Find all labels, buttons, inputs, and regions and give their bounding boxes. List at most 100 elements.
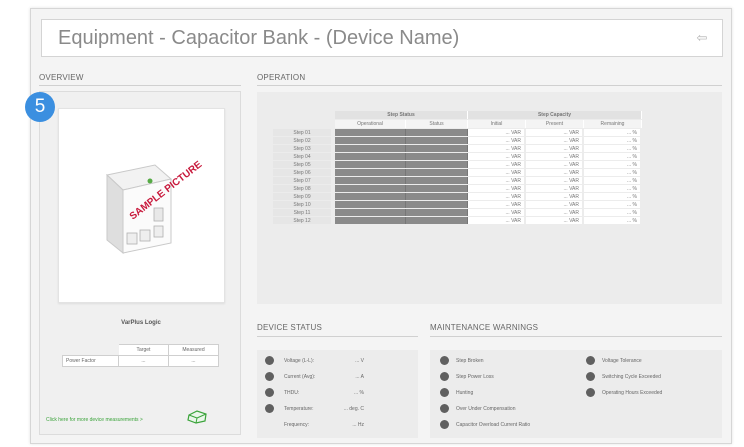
pf-measured-value: ...	[168, 355, 219, 367]
warning-indicator-icon	[440, 388, 449, 397]
pf-corner	[62, 344, 119, 356]
col-initial: Initial	[468, 120, 526, 128]
step-label: Step 03	[273, 145, 335, 152]
present-capacity: ... VAR	[526, 177, 584, 184]
present-capacity: ... VAR	[526, 161, 584, 168]
step-row: Step 11... VAR... VAR... %	[273, 209, 642, 216]
present-capacity: ... VAR	[526, 129, 584, 136]
operational-status-cell	[335, 201, 406, 208]
operational-status-cell	[335, 161, 406, 168]
step-capacity-header: Step Capacity	[468, 111, 642, 119]
step-row: Step 01... VAR... VAR... %	[273, 129, 642, 136]
initial-capacity: ... VAR	[468, 185, 526, 192]
warning-indicator-icon	[440, 420, 449, 429]
status-indicator-icon	[265, 356, 274, 365]
initial-capacity: ... VAR	[468, 169, 526, 176]
overview-divider	[39, 85, 241, 86]
warning-item: Switching Cycle Exceeded	[586, 372, 661, 381]
remaining-capacity: ... %	[584, 161, 642, 168]
present-capacity: ... VAR	[526, 217, 584, 224]
present-capacity: ... VAR	[526, 209, 584, 216]
status-cell	[406, 209, 468, 216]
warning-indicator-icon	[440, 356, 449, 365]
initial-capacity: ... VAR	[468, 129, 526, 136]
status-value: ... deg. C	[343, 405, 364, 412]
step-label: Step 04	[273, 153, 335, 160]
present-capacity: ... VAR	[526, 193, 584, 200]
operational-status-cell	[335, 137, 406, 144]
status-cell	[406, 193, 468, 200]
device-status-panel: Voltage (L-L):... V Current (Avg):... A …	[257, 350, 418, 438]
status-cell	[406, 137, 468, 144]
present-capacity: ... VAR	[526, 137, 584, 144]
warning-item: Voltage Tolerance	[586, 356, 642, 365]
step-table-body: Step 01... VAR... VAR... % Step 02... VAR…	[273, 129, 642, 224]
remaining-capacity: ... %	[584, 193, 642, 200]
col-status: Status	[406, 120, 468, 128]
present-capacity: ... VAR	[526, 201, 584, 208]
operational-status-cell	[335, 129, 406, 136]
step-row: Step 12... VAR... VAR... %	[273, 217, 642, 224]
remaining-capacity: ... %	[584, 185, 642, 192]
status-value: ... %	[353, 389, 364, 396]
device-status-title: DEVICE STATUS	[257, 323, 322, 332]
step-row: Step 03... VAR... VAR... %	[273, 145, 642, 152]
step-row: Step 07... VAR... VAR... %	[273, 177, 642, 184]
status-cell	[406, 145, 468, 152]
operational-status-cell	[335, 169, 406, 176]
remaining-capacity: ... %	[584, 209, 642, 216]
present-capacity: ... VAR	[526, 153, 584, 160]
step-label: Step 02	[273, 137, 335, 144]
step-label: Step 07	[273, 177, 335, 184]
operation-panel: Step Status Step Capacity Operational St…	[257, 92, 722, 304]
step-label: Step 08	[273, 185, 335, 192]
step-row: Step 08... VAR... VAR... %	[273, 185, 642, 192]
remaining-capacity: ... %	[584, 145, 642, 152]
device-measurements-icon[interactable]	[186, 410, 208, 424]
status-row-temperature: Temperature: ... deg. C	[265, 404, 364, 413]
step-corner-2	[273, 120, 335, 128]
status-indicator-icon	[265, 388, 274, 397]
remaining-capacity: ... %	[584, 169, 642, 176]
operational-status-cell	[335, 217, 406, 224]
warning-indicator-icon	[586, 356, 595, 365]
remaining-capacity: ... %	[584, 137, 642, 144]
status-cell	[406, 177, 468, 184]
warning-item: Over Under Compensation	[440, 404, 515, 413]
pf-header-target: Target	[118, 344, 169, 356]
status-cell	[406, 217, 468, 224]
step-label: Step 09	[273, 193, 335, 200]
warning-label: Over Under Compensation	[456, 405, 516, 412]
operation-divider	[257, 85, 722, 86]
more-measurements-link[interactable]: Click here for more device measurements …	[46, 417, 143, 423]
status-indicator-icon	[265, 372, 274, 381]
warning-item: Operating Hours Exceeded	[586, 388, 662, 397]
step-row: Step 05... VAR... VAR... %	[273, 161, 642, 168]
step-label: Step 01	[273, 129, 335, 136]
initial-capacity: ... VAR	[468, 201, 526, 208]
warning-item: Step Broken	[440, 356, 484, 365]
status-label: Frequency:	[284, 421, 310, 428]
warning-label: Hunting	[456, 389, 474, 396]
status-row-voltage: Voltage (L-L): ... V	[265, 356, 364, 365]
status-value: ... A	[355, 373, 364, 380]
present-capacity: ... VAR	[526, 169, 584, 176]
maintenance-divider	[430, 336, 722, 337]
warning-label: Switching Cycle Exceeded	[602, 373, 661, 380]
step-label: Step 12	[273, 217, 335, 224]
product-name: VarPlus Logic	[121, 320, 161, 326]
pf-target-value: ...	[118, 355, 169, 367]
status-value: ... Hz	[352, 421, 364, 428]
step-row: Step 09... VAR... VAR... %	[273, 193, 642, 200]
initial-capacity: ... VAR	[468, 145, 526, 152]
status-row-frequency: Frequency: ... Hz	[265, 420, 364, 429]
exit-arrow-icon[interactable]: ⇦	[694, 31, 710, 45]
device-picture: SAMPLE PICTURE	[58, 108, 225, 303]
step-label: Step 06	[273, 169, 335, 176]
warning-indicator-icon	[586, 372, 595, 381]
operational-status-cell	[335, 193, 406, 200]
remaining-capacity: ... %	[584, 129, 642, 136]
maintenance-title: MAINTENANCE WARNINGS	[430, 323, 539, 332]
status-cell	[406, 201, 468, 208]
warning-item: Hunting	[440, 388, 473, 397]
